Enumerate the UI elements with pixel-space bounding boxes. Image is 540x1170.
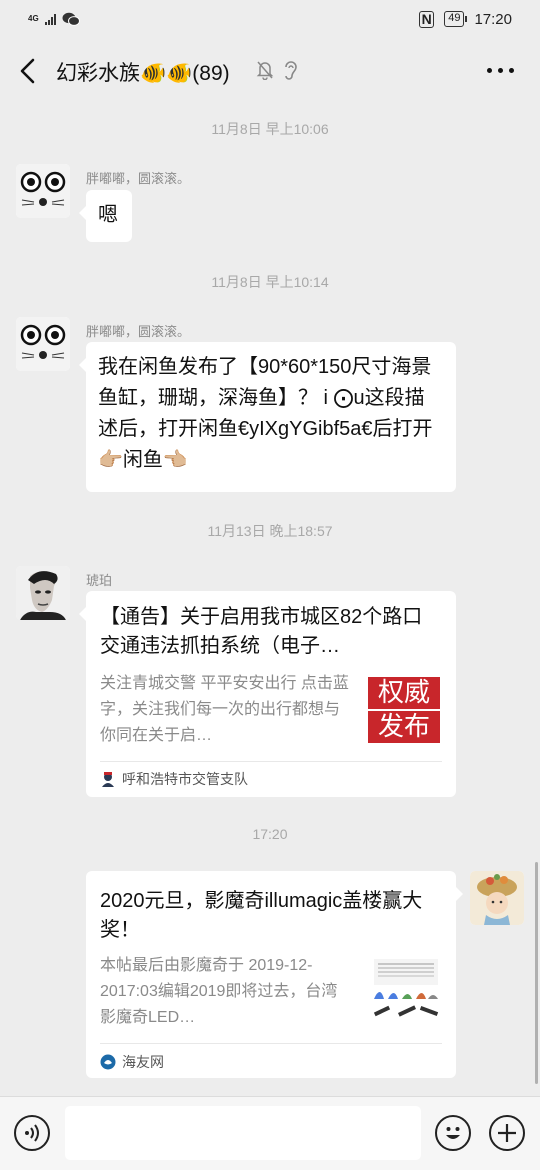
status-left: 4G [28,12,80,27]
timestamp: 11月8日 早上10:14 [211,274,329,290]
bell-off-icon [256,61,274,80]
avatar[interactable] [470,871,524,925]
card-source: 呼和浩特市交管支队 [100,769,248,789]
avatar[interactable] [16,317,70,371]
card-divider [100,761,442,762]
network-type: 4G [28,14,39,23]
chat-header: 幻彩水族🐠🐠(89) [0,38,540,104]
timestamp: 11月8日 早上10:06 [211,121,329,137]
card-thumbnail: 权威 发布 [368,673,440,745]
battery-icon: 49 [444,11,468,27]
input-bar [0,1096,540,1170]
sender-name: 胖嘟嘟，圆滚滚。 [86,324,191,339]
police-icon [102,772,114,787]
emoji-icon[interactable] [435,1115,471,1151]
scrollbar[interactable] [535,862,538,1084]
card-source-name: 海友网 [122,1054,164,1070]
message-text: 我在闲鱼发布了【90*60*150尺寸海景鱼缸，珊瑚，深海鱼】？ i ⨀u这段描… [98,356,433,471]
link-card[interactable]: 2020元旦，影魔奇illumagic盖楼赢大奖！ 本帖最后由影魔奇于 2019… [86,871,463,1078]
ear-icon [285,61,297,80]
network-indicator: 4G [28,15,39,23]
avatar[interactable] [16,164,70,218]
card-divider [100,1043,442,1044]
more-icon[interactable] [487,68,514,73]
card-title: 【通告】关于启用我市城区82个路口交通违法抓拍系统（电子… [100,606,423,657]
link-card[interactable]: 【通告】关于启用我市城区82个路口交通违法抓拍系统（电子… 关注青城交警 平平安… [79,591,456,797]
site-icon [100,1054,116,1070]
plus-icon[interactable] [489,1115,525,1151]
signal-icon [44,13,56,25]
card-thumbnail [370,957,442,1029]
status-bar: 4G N 49 17:20 [0,0,540,38]
wechat-icon [62,12,80,26]
message-bubble[interactable]: 嗯 [79,190,132,242]
message-text: 嗯 [98,204,118,226]
battery-level: 49 [448,12,461,24]
avatar[interactable] [16,566,70,620]
timestamp: 11月13日 晚上18:57 [207,523,333,539]
nfc-icon: N [419,10,435,28]
sender-name: 琥珀 [86,573,113,588]
thumbnail-text-top: 权威 [368,677,440,709]
chat-title: 幻彩水族🐠🐠(89) [56,62,230,85]
card-source: 海友网 [100,1052,164,1072]
chevron-left-icon[interactable] [16,56,40,86]
voice-icon[interactable] [14,1115,50,1151]
timestamp: 17:20 [252,826,288,842]
card-description: 本帖最后由影魔奇于 2019-12-2017:03编辑2019即将过去，台湾影魔… [100,957,338,1026]
message-input[interactable] [65,1106,421,1160]
thumbnail-text-bottom: 发布 [368,711,440,743]
status-right: N 49 17:20 [419,10,512,28]
sender-name: 胖嘟嘟，圆滚滚。 [86,171,191,186]
message-bubble[interactable]: 我在闲鱼发布了【90*60*150尺寸海景鱼缸，珊瑚，深海鱼】？ i ⨀u这段描… [79,342,456,492]
card-source-name: 呼和浩特市交管支队 [122,771,248,787]
status-time: 17:20 [474,10,512,28]
card-title: 2020元旦，影魔奇illumagic盖楼赢大奖！ [100,890,423,941]
card-description: 关注青城交警 平平安安出行 点击蓝字，关注我们每一次的出行都想与你同在关于启… [100,675,349,744]
